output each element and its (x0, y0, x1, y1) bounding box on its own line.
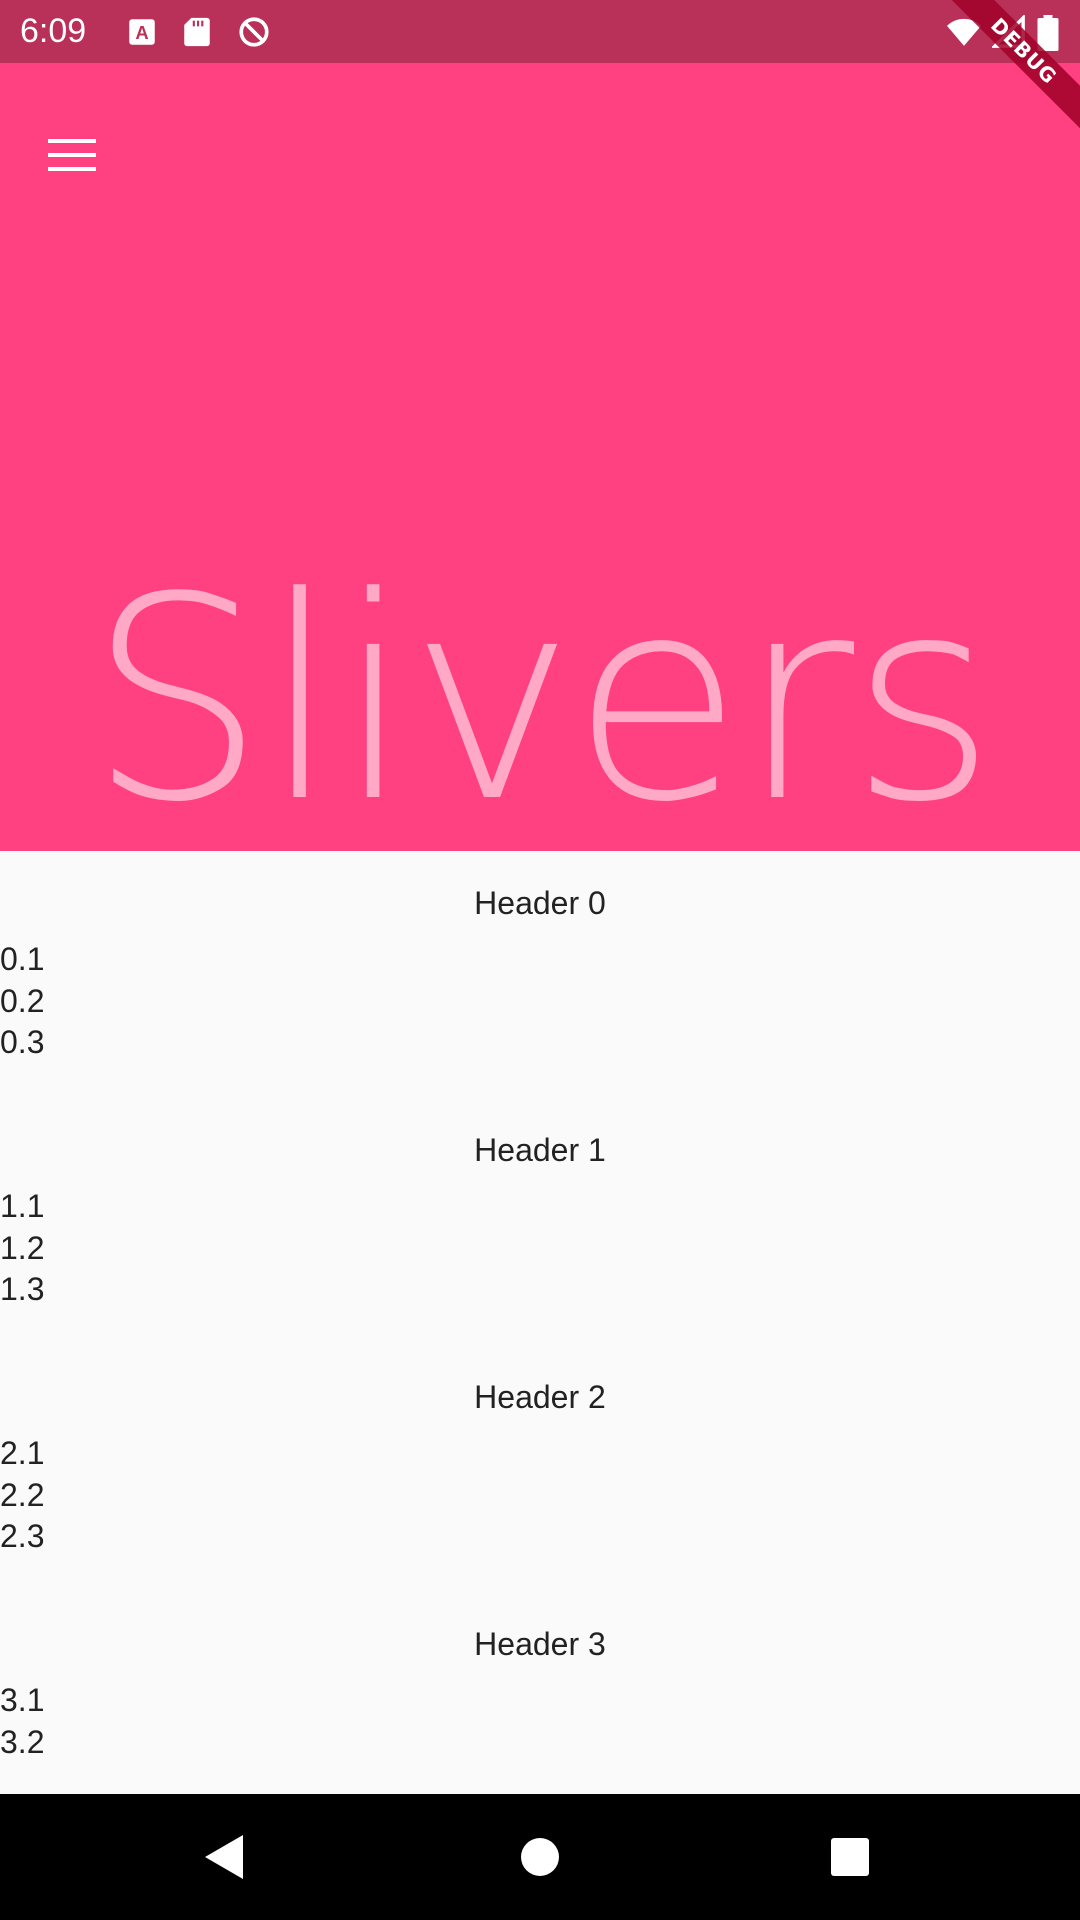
screen: 6:09 A DEBUG Slivers Header 0 0.1 0.2 0.… (0, 0, 1080, 1920)
section-0: Header 0 0.1 0.2 0.3 (0, 851, 1080, 1098)
sliver-list[interactable]: Header 0 0.1 0.2 0.3 Header 1 1.1 1.2 1.… (0, 851, 1080, 1794)
list-item: 2.3 (0, 1518, 45, 1554)
battery-icon (1037, 15, 1059, 51)
back-button[interactable] (195, 1827, 255, 1887)
list-item: 3.1 (0, 1682, 45, 1718)
list-item: 1.3 (0, 1271, 45, 1307)
section-2: Header 2 2.1 2.2 2.3 (0, 1345, 1080, 1592)
status-bar: 6:09 A (0, 0, 1080, 63)
section-3: Header 3 3.1 3.2 (0, 1592, 1080, 1794)
section-header: Header 3 (474, 1626, 606, 1662)
section-header: Header 1 (474, 1132, 606, 1168)
list-item: 0.2 (0, 982, 45, 1019)
home-icon (521, 1838, 559, 1876)
list-item: 1.2 (0, 1229, 45, 1266)
app-title: Slivers (87, 538, 996, 851)
recents-button[interactable] (820, 1827, 880, 1887)
list-item: 1.1 (0, 1188, 45, 1224)
font-a-icon: A (125, 15, 159, 49)
list-item: 0.3 (0, 1024, 45, 1060)
back-icon (205, 1835, 243, 1879)
list-item: 2.2 (0, 1476, 45, 1513)
svg-text:A: A (135, 22, 148, 43)
list-item: 3.2 (0, 1723, 45, 1760)
list-item: 0.1 (0, 941, 45, 977)
section-1: Header 1 1.1 1.2 1.3 (0, 1098, 1080, 1345)
no-sync-icon (237, 15, 271, 49)
section-header: Header 2 (474, 1379, 606, 1415)
hamburger-menu-icon (48, 139, 96, 171)
cell-signal-icon (990, 13, 1026, 49)
status-time: 6:09 (20, 12, 87, 50)
app-bar: Slivers (0, 63, 1080, 851)
menu-button[interactable] (28, 111, 116, 199)
navigation-bar (0, 1794, 1080, 1920)
list-item: 2.1 (0, 1435, 45, 1471)
section-header: Header 0 (474, 885, 606, 921)
wifi-icon (945, 15, 983, 49)
sd-card-icon (180, 15, 214, 49)
home-button[interactable] (510, 1827, 570, 1887)
recents-icon (831, 1838, 869, 1876)
